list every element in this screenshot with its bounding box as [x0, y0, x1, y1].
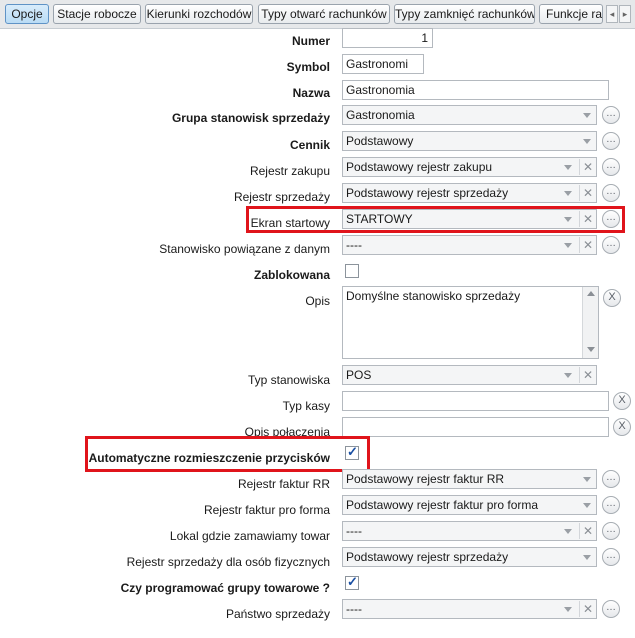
- dropdown-arrow-icon[interactable]: [579, 549, 595, 565]
- tab-stacje-robocze[interactable]: Stacje robocze: [53, 4, 141, 24]
- typ-stanowiska-select[interactable]: POS ✕: [342, 365, 597, 385]
- rejestr-sprzedazy-value: Podstawowy rejestr sprzedaży: [346, 186, 509, 200]
- dropdown-arrow-icon[interactable]: [560, 237, 576, 253]
- clear-x-icon[interactable]: ✕: [579, 159, 596, 175]
- rejestr-rr-value: Podstawowy rejestr faktur RR: [346, 472, 505, 486]
- scroll-up-icon[interactable]: [587, 291, 595, 296]
- dropdown-arrow-icon[interactable]: [579, 133, 595, 149]
- auto-rozmieszczenie-checkbox[interactable]: [345, 444, 359, 460]
- lokal-ellipsis-button[interactable]: …: [602, 522, 620, 540]
- clear-x-icon[interactable]: ✕: [579, 367, 596, 383]
- tab-typy-zamkniec[interactable]: Typy zamknięć rachunków: [394, 4, 535, 24]
- typ-stanowiska-label: Typ stanowiska: [247, 373, 330, 387]
- opis-textarea[interactable]: Domyślne stanowisko sprzedaży: [342, 286, 599, 359]
- dropdown-arrow-icon[interactable]: [560, 601, 576, 617]
- zablokowana-label: Zablokowana: [253, 268, 330, 282]
- tab-opcje[interactable]: Opcje: [5, 4, 49, 24]
- grupy-towarowe-checkbox[interactable]: [345, 574, 359, 590]
- symbol-label: Symbol: [286, 60, 330, 74]
- dropdown-arrow-icon[interactable]: [579, 471, 595, 487]
- clear-x-icon[interactable]: ✕: [579, 211, 596, 227]
- rejestr-osob-select[interactable]: Podstawowy rejestr sprzedaży: [342, 547, 597, 567]
- opis-polaczenia-label: Opis połączenia: [244, 425, 330, 439]
- tab-funkcje[interactable]: Funkcje rac: [539, 4, 603, 24]
- rejestr-rr-select[interactable]: Podstawowy rejestr faktur RR: [342, 469, 597, 489]
- stanowisko-powiazane-value: ----: [346, 238, 362, 252]
- zablokowana-checkbox[interactable]: [345, 264, 359, 278]
- clear-x-icon[interactable]: ✕: [579, 601, 596, 617]
- typ-stanowiska-value: POS: [346, 368, 372, 382]
- stanowisko-powiazane-label: Stanowisko powiązane z danym: [159, 242, 330, 256]
- rejestr-rr-label: Rejestr faktur RR: [237, 477, 330, 491]
- cennik-value: Podstawowy: [346, 134, 414, 148]
- tab-kierunki-rozchodow[interactable]: Kierunki rozchodów: [145, 4, 253, 24]
- symbol-field[interactable]: Gastronomi: [342, 54, 424, 74]
- stanowisko-powiazane-select[interactable]: ---- ✕: [342, 235, 597, 255]
- clear-x-icon[interactable]: ✕: [579, 237, 596, 253]
- panstwo-value: ----: [346, 602, 362, 616]
- typ-kasy-label: Typ kasy: [282, 399, 330, 413]
- opis-polaczenia-field[interactable]: [342, 417, 609, 437]
- rejestr-sprzedazy-label: Rejestr sprzedaży: [233, 190, 330, 204]
- rejestr-zakupu-label: Rejestr zakupu: [249, 164, 330, 178]
- tab-typy-otwarc[interactable]: Typy otwarć rachunków: [258, 4, 390, 24]
- cennik-label: Cennik: [289, 138, 330, 152]
- clear-x-icon[interactable]: ✕: [579, 523, 596, 539]
- grupa-select[interactable]: Gastronomia: [342, 105, 597, 125]
- numer-field[interactable]: 1: [342, 28, 433, 48]
- rejestr-sprzedazy-ellipsis-button[interactable]: …: [602, 184, 620, 202]
- rejestr-sprzedazy-select[interactable]: Podstawowy rejestr sprzedaży ✕: [342, 183, 597, 203]
- ekran-startowy-ellipsis-button[interactable]: …: [602, 210, 620, 228]
- typ-kasy-field[interactable]: [342, 391, 609, 411]
- dropdown-arrow-icon[interactable]: [579, 107, 595, 123]
- numer-label: Numer: [291, 34, 330, 48]
- grupy-towarowe-label: Czy programować grupy towarowe ?: [120, 581, 330, 595]
- rejestr-pro-forma-ellipsis-button[interactable]: …: [602, 496, 620, 514]
- dropdown-arrow-icon[interactable]: [579, 497, 595, 513]
- scroll-down-icon[interactable]: [587, 347, 595, 352]
- tab-scroll-left-button[interactable]: ◂: [606, 5, 618, 23]
- rejestr-zakupu-select[interactable]: Podstawowy rejestr zakupu ✕: [342, 157, 597, 177]
- opis-label: Opis: [305, 294, 330, 308]
- nazwa-label: Nazwa: [292, 86, 330, 100]
- dropdown-arrow-icon[interactable]: [560, 185, 576, 201]
- lokal-label: Lokal gdzie zamawiamy towar: [169, 529, 330, 543]
- panstwo-select[interactable]: ---- ✕: [342, 599, 597, 619]
- tab-bar: Opcje Stacje robocze Kierunki rozchodów …: [0, 0, 635, 28]
- opis-clear-button[interactable]: X: [603, 289, 621, 307]
- ekran-startowy-label: Ekran startowy: [250, 216, 330, 230]
- clear-x-icon[interactable]: ✕: [579, 185, 596, 201]
- ekran-startowy-select[interactable]: STARTOWY ✕: [342, 209, 597, 229]
- rejestr-zakupu-ellipsis-button[interactable]: …: [602, 158, 620, 176]
- rejestr-pro-forma-select[interactable]: Podstawowy rejestr faktur pro forma: [342, 495, 597, 515]
- rejestr-rr-ellipsis-button[interactable]: …: [602, 470, 620, 488]
- lokal-select[interactable]: ---- ✕: [342, 521, 597, 541]
- ekran-startowy-value: STARTOWY: [346, 212, 413, 226]
- grupa-ellipsis-button[interactable]: …: [602, 106, 620, 124]
- dropdown-arrow-icon[interactable]: [560, 159, 576, 175]
- panstwo-label: Państwo sprzedaży: [225, 607, 330, 621]
- auto-rozmieszczenie-label: Automatyczne rozmieszczenie przycisków: [88, 451, 330, 465]
- stanowisko-powiazane-ellipsis-button[interactable]: …: [602, 236, 620, 254]
- rejestr-osob-value: Podstawowy rejestr sprzedaży: [346, 550, 509, 564]
- dropdown-arrow-icon[interactable]: [560, 211, 576, 227]
- grupa-label: Grupa stanowisk sprzedaży: [171, 111, 330, 125]
- rejestr-zakupu-value: Podstawowy rejestr zakupu: [346, 160, 493, 174]
- panstwo-ellipsis-button[interactable]: …: [602, 600, 620, 618]
- rejestr-pro-forma-label: Rejestr faktur pro forma: [203, 503, 330, 517]
- typ-kasy-clear-button[interactable]: X: [613, 392, 631, 410]
- lokal-value: ----: [346, 524, 362, 538]
- opis-polaczenia-clear-button[interactable]: X: [613, 418, 631, 436]
- dropdown-arrow-icon[interactable]: [560, 367, 576, 383]
- rejestr-pro-forma-value: Podstawowy rejestr faktur pro forma: [346, 498, 539, 512]
- cennik-select[interactable]: Podstawowy: [342, 131, 597, 151]
- cennik-ellipsis-button[interactable]: …: [602, 132, 620, 150]
- rejestr-osob-label: Rejestr sprzedaży dla osób fizycznych: [126, 555, 330, 569]
- rejestr-osob-ellipsis-button[interactable]: …: [602, 548, 620, 566]
- nazwa-field[interactable]: Gastronomia: [342, 80, 609, 100]
- opis-scrollbar[interactable]: [582, 287, 598, 358]
- grupa-value: Gastronomia: [346, 108, 415, 122]
- dropdown-arrow-icon[interactable]: [560, 523, 576, 539]
- tab-scroll-right-button[interactable]: ▸: [619, 5, 631, 23]
